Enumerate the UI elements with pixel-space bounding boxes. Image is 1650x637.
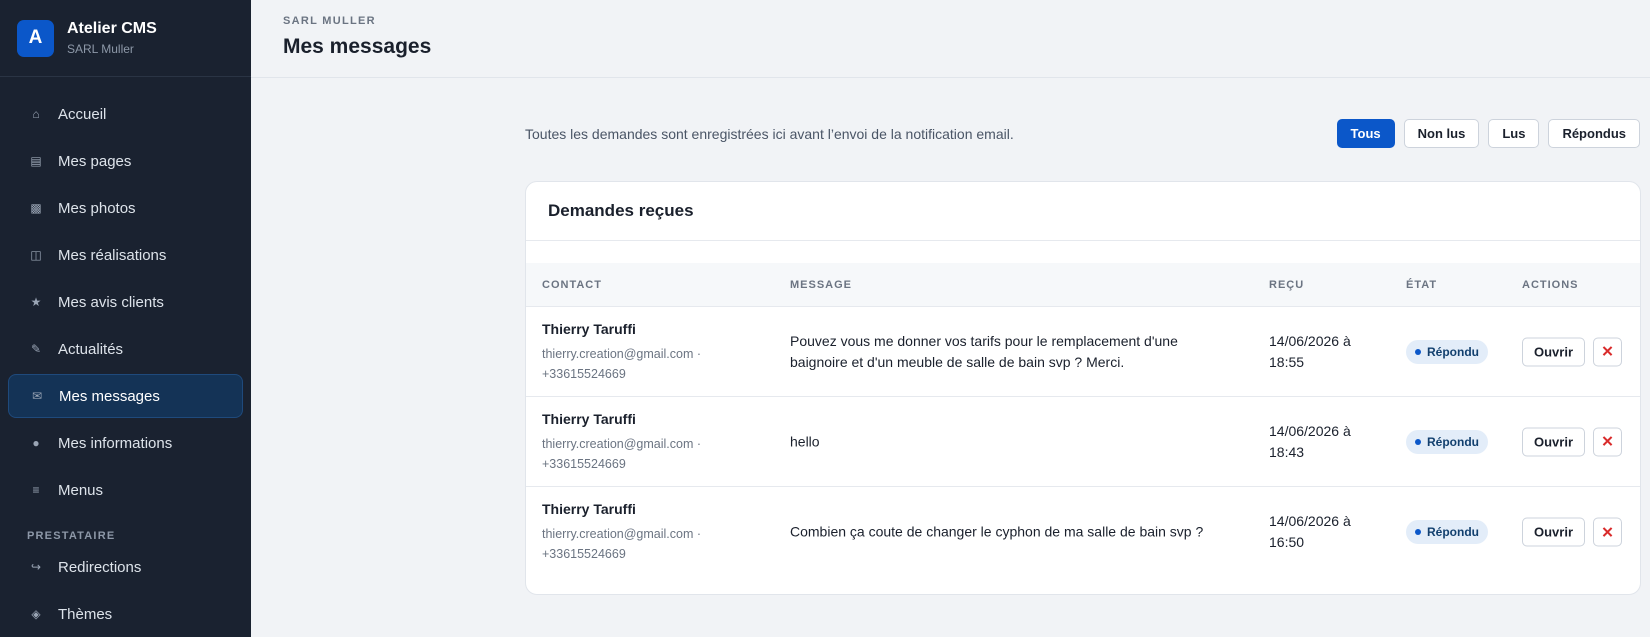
- portfolio-icon: ◫: [30, 248, 42, 262]
- envelope-icon: ✉: [31, 389, 43, 403]
- star-icon: ★: [30, 295, 42, 309]
- open-button[interactable]: Ouvrir: [1522, 337, 1586, 366]
- sidebar-item-label: Menus: [58, 481, 104, 499]
- status-badge: Répondu: [1406, 429, 1488, 454]
- delete-button[interactable]: ✕: [1593, 517, 1623, 547]
- sidebar-item-themes[interactable]: ◈ Thèmes: [8, 592, 243, 636]
- sidebar-item-label: Mes pages: [58, 152, 132, 170]
- message-text: Pouvez vous me donner vos tarifs pour le…: [790, 332, 1178, 370]
- sidebar-item-menus[interactable]: ≡ Menus: [8, 468, 243, 512]
- close-icon: ✕: [1601, 433, 1614, 451]
- pages-icon: ▤: [30, 154, 42, 168]
- column-actions: ACTIONS: [1522, 279, 1579, 291]
- redirect-icon: ↪: [30, 560, 42, 574]
- sidebar-item-redirections[interactable]: ↪ Redirections: [8, 545, 243, 589]
- sidebar-item-pages[interactable]: ▤ Mes pages: [8, 139, 243, 183]
- message-text: Combien ça coute de changer le cyphon de…: [790, 523, 1204, 540]
- home-icon: ⌂: [32, 107, 40, 121]
- filter-group: Tous Non lus Lus Répondus: [1336, 119, 1640, 148]
- sidebar-item-accueil[interactable]: ⌂ Accueil: [8, 92, 243, 136]
- contact-details: thierry.creation@gmail.com · +3361552466…: [542, 437, 702, 471]
- table-header: CONTACT MESSAGE REÇU ÉTAT ACTIONS: [526, 263, 1640, 307]
- open-button[interactable]: Ouvrir: [1522, 517, 1586, 547]
- sidebar-item-actualites[interactable]: ✎ Actualités: [8, 327, 243, 371]
- brand-subtitle: SARL Muller: [67, 42, 134, 56]
- delete-button[interactable]: ✕: [1593, 337, 1623, 366]
- breadcrumb: SARL MULLER: [283, 15, 376, 27]
- menu-icon: ≡: [32, 483, 40, 497]
- status-badge: Répondu: [1406, 520, 1488, 544]
- open-button[interactable]: Ouvrir: [1522, 427, 1586, 456]
- sidebar-item-photos[interactable]: ▩ Mes photos: [8, 186, 243, 230]
- received-date: 14/06/2026 à 18:43: [1269, 422, 1351, 460]
- table-row: Thierry Taruffi thierry.creation@gmail.c…: [526, 487, 1640, 577]
- received-date: 14/06/2026 à 16:50: [1269, 513, 1351, 550]
- filter-all-button[interactable]: Tous: [1336, 119, 1395, 148]
- sidebar-item-label: Redirections: [58, 558, 142, 576]
- pencil-icon: ✎: [30, 342, 42, 356]
- close-icon: ✕: [1601, 343, 1614, 361]
- received-date: 14/06/2026 à 18:55: [1269, 332, 1351, 370]
- brand-title: Atelier CMS: [67, 20, 157, 37]
- status-label: Répondu: [1427, 434, 1479, 449]
- sidebar-item-label: Thèmes: [58, 605, 113, 623]
- messages-card: Demandes reçues CONTACT MESSAGE REÇU ÉTA…: [525, 181, 1641, 595]
- delete-button[interactable]: ✕: [1593, 427, 1623, 456]
- contact-details: thierry.creation@gmail.com · +3361552466…: [542, 527, 702, 561]
- status-label: Répondu: [1427, 344, 1479, 359]
- filter-replied-button[interactable]: Répondus: [1548, 119, 1640, 148]
- status-dot-icon: [1415, 529, 1421, 535]
- sidebar-item-messages[interactable]: ✉ Mes messages: [8, 374, 243, 418]
- card-title: Demandes reçues: [526, 182, 1640, 241]
- status-dot-icon: [1415, 438, 1421, 445]
- sidebar-item-avis-clients[interactable]: ★ Mes avis clients: [8, 280, 243, 324]
- filter-unread-button[interactable]: Non lus: [1403, 119, 1480, 148]
- info-icon: ●: [32, 436, 40, 450]
- sidebar-item-label: Mes réalisations: [58, 246, 167, 264]
- contact-name: Thierry Taruffi: [542, 501, 636, 517]
- sidebar-item-label: Actualités: [58, 340, 124, 358]
- status-dot-icon: [1415, 348, 1421, 355]
- status-label: Répondu: [1427, 525, 1479, 539]
- column-contact: CONTACT: [542, 279, 602, 291]
- column-message: MESSAGE: [790, 279, 853, 291]
- brand-logo: A: [17, 19, 54, 57]
- close-icon: ✕: [1601, 524, 1614, 541]
- contact-name: Thierry Taruffi: [542, 411, 636, 427]
- sidebar-item-realisations[interactable]: ◫ Mes réalisations: [8, 233, 243, 277]
- sidebar: A Atelier CMS SARL Muller ⌂ Accueil ▤ Mes …: [0, 0, 251, 637]
- contact-name: Thierry Taruffi: [542, 321, 636, 337]
- sidebar-item-label: Mes photos: [58, 199, 136, 217]
- table-row: Thierry Taruffi thierry.creation@gmail.c…: [526, 397, 1640, 487]
- status-badge: Répondu: [1406, 339, 1488, 364]
- column-state: ÉTAT: [1406, 279, 1438, 291]
- sidebar-item-label: Mes informations: [58, 434, 173, 452]
- sidebar-item-label: Accueil: [58, 105, 107, 123]
- page-title: Mes messages: [283, 35, 432, 58]
- sidebar-item-label: Mes avis clients: [58, 293, 164, 311]
- sidebar-item-label: Mes messages: [59, 387, 160, 405]
- brand: A Atelier CMS SARL Muller: [0, 0, 251, 77]
- message-text: hello: [790, 433, 820, 449]
- intro-text: Toutes les demandes sont enregistrées ic…: [525, 126, 1014, 142]
- sidebar-item-informations[interactable]: ● Mes informations: [8, 421, 243, 465]
- column-received: REÇU: [1269, 279, 1305, 291]
- sidebar-nav: ⌂ Accueil ▤ Mes pages ▩ Mes photos ◫ Mes réa…: [0, 77, 251, 636]
- page-header: SARL MULLER Mes messages: [251, 0, 1650, 78]
- sidebar-section-label: PRESTATAIRE: [27, 530, 116, 542]
- table-row: Thierry Taruffi thierry.creation@gmail.c…: [526, 307, 1640, 397]
- filter-read-button[interactable]: Lus: [1488, 119, 1540, 148]
- theme-icon: ◈: [31, 607, 41, 621]
- contact-details: thierry.creation@gmail.com · +3361552466…: [542, 347, 702, 381]
- photos-icon: ▩: [30, 201, 42, 215]
